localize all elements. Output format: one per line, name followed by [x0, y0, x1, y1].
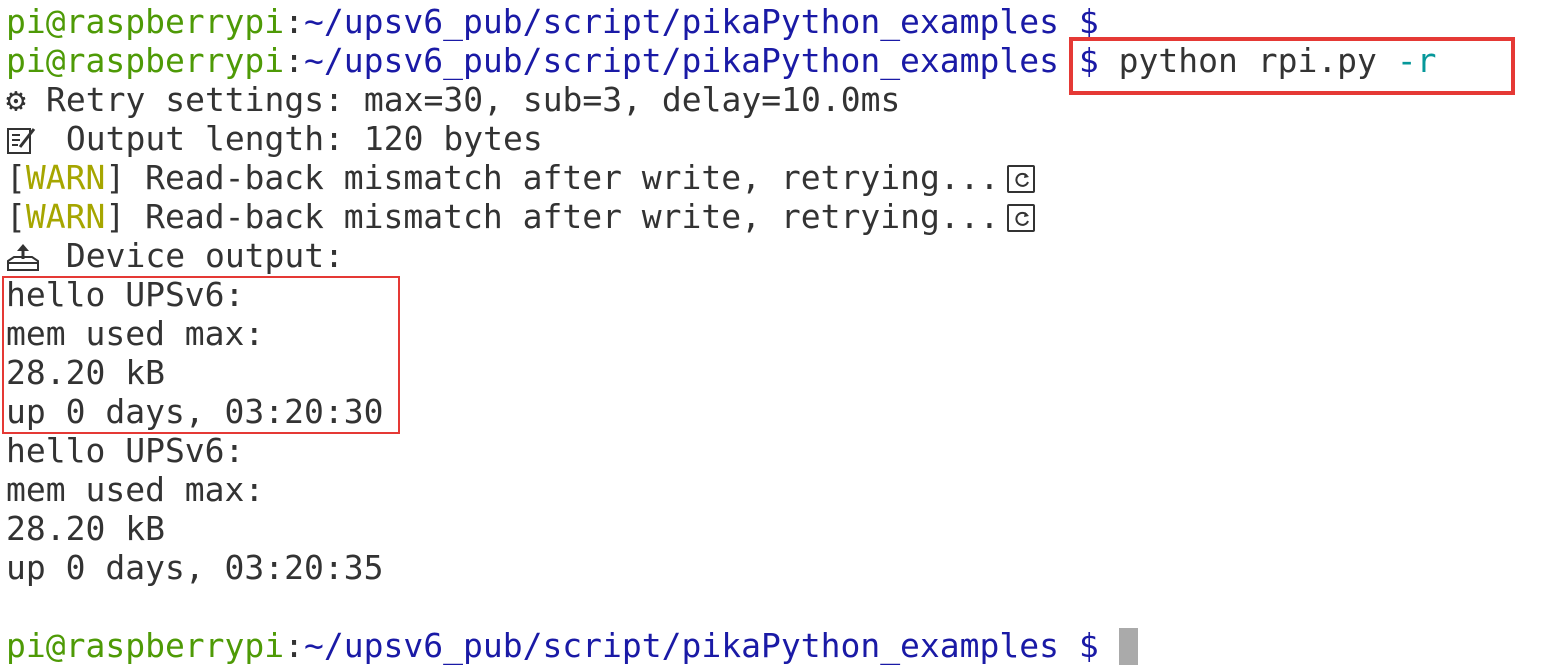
warn-close-bracket: ]: [105, 197, 126, 236]
warning-line: [WARN] Read-back mismatch after write, r…: [6, 197, 1561, 236]
gear-icon: ⚙: [6, 80, 26, 119]
output-highlight-box: [2, 276, 400, 434]
device-output-text: Device output:: [65, 236, 345, 275]
warn-close-bracket: ]: [105, 158, 126, 197]
prompt-colon: :: [284, 41, 305, 80]
prompt-user-host: pi@raspberrypi: [6, 626, 285, 665]
prompt-colon: :: [284, 626, 305, 665]
output-length-line: Output length: 120 bytes: [6, 119, 1561, 158]
prompt-line: pi@raspberrypi:~/upsv6_pub/script/pikaPy…: [6, 2, 1561, 41]
output-mem-value: 28.20 kB: [6, 509, 165, 548]
retry-settings-text: Retry settings: max=30, sub=3, delay=10.…: [46, 80, 901, 119]
retry-icon: [1007, 165, 1036, 193]
prompt-path: ~/upsv6_pub/script/pikaPython_examples: [304, 626, 1060, 665]
prompt-symbol: $: [1078, 626, 1099, 665]
warn-tag: WARN: [25, 197, 106, 236]
prompt-symbol: $: [1078, 2, 1099, 41]
outbox-tray-icon: [6, 236, 46, 275]
output-uptime: up 0 days, 03:20:35: [6, 548, 384, 587]
prompt-colon: :: [284, 2, 305, 41]
warning-line: [WARN] Read-back mismatch after write, r…: [6, 158, 1561, 197]
output-mem-label: mem used max:: [6, 470, 265, 509]
warn-tag: WARN: [25, 158, 106, 197]
output-greeting: hello UPSv6:: [6, 431, 245, 470]
prompt-path: ~/upsv6_pub/script/pikaPython_examples: [304, 2, 1060, 41]
warn-open-bracket: [: [6, 197, 26, 236]
retry-icon: [1007, 204, 1036, 232]
output-length-text: Output length: 120 bytes: [65, 119, 543, 158]
device-output-header: Device output:: [6, 236, 1561, 275]
terminal-cursor[interactable]: [1118, 628, 1138, 665]
command-highlight-box: [1069, 37, 1515, 95]
prompt-user-host: pi@raspberrypi: [6, 2, 285, 41]
prompt-path: ~/upsv6_pub/script/pikaPython_examples: [304, 41, 1060, 80]
warn-message: Read-back mismatch after write, retrying…: [145, 158, 1000, 197]
prompt-line-active[interactable]: pi@raspberrypi:~/upsv6_pub/script/pikaPy…: [6, 626, 1561, 665]
memo-icon: [6, 119, 46, 158]
warn-open-bracket: [: [6, 158, 26, 197]
prompt-user-host: pi@raspberrypi: [6, 41, 285, 80]
warn-message: Read-back mismatch after write, retrying…: [145, 197, 1000, 236]
